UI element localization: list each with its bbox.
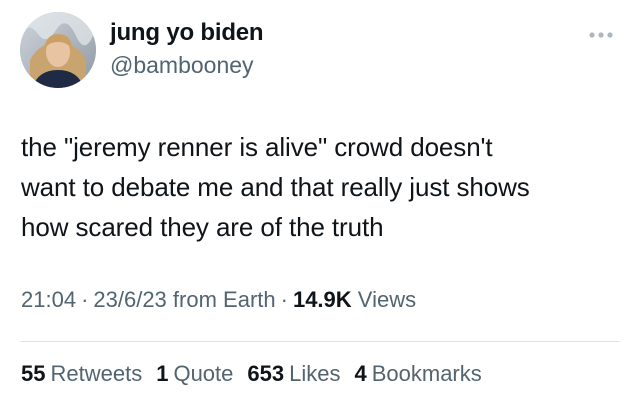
tweet-meta: 21:04 · 23/6/23 from Earth · 14.9K Views — [21, 287, 416, 313]
likes-stat[interactable]: 653 Likes — [247, 361, 340, 387]
avatar[interactable] — [20, 12, 96, 88]
bookmarks-count: 4 — [354, 361, 367, 386]
meta-separator: · — [81, 287, 89, 312]
views-label: Views — [357, 287, 417, 312]
tweet-time[interactable]: 21:04 — [21, 287, 76, 312]
user-handle[interactable]: @bambooney — [110, 52, 254, 79]
engagement-stats: 55 Retweets 1 Quote 653 Likes 4 Bookmarks — [21, 361, 482, 387]
avatar-photo — [20, 12, 96, 88]
bookmarks-label: Bookmarks — [371, 361, 482, 386]
quotes-stat[interactable]: 1 Quote — [156, 361, 233, 387]
meta-separator: · — [280, 287, 288, 312]
quotes-label: Quote — [173, 361, 234, 386]
views-count: 14.9K — [292, 287, 352, 312]
tweet-text-line: want to debate me and that really just s… — [21, 172, 530, 202]
bookmarks-stat[interactable]: 4 Bookmarks — [354, 361, 481, 387]
tweet-date[interactable]: 23/6/23 — [93, 287, 166, 312]
likes-label: Likes — [289, 361, 341, 386]
tweet-source: from Earth — [172, 287, 276, 312]
display-name[interactable]: jung yo biden — [110, 19, 264, 47]
retweets-count: 55 — [21, 361, 46, 386]
likes-count: 653 — [247, 361, 285, 386]
quotes-count: 1 — [156, 361, 169, 386]
more-options-icon[interactable] — [586, 28, 616, 40]
tweet-text: the "jeremy renner is alive" crowd doesn… — [21, 127, 621, 247]
retweets-stat[interactable]: 55 Retweets — [21, 361, 142, 387]
retweets-label: Retweets — [50, 361, 143, 386]
tweet-text-line: how scared they are of the truth — [21, 212, 384, 242]
divider — [21, 341, 619, 342]
tweet-text-line: the "jeremy renner is alive" crowd doesn… — [21, 132, 493, 162]
